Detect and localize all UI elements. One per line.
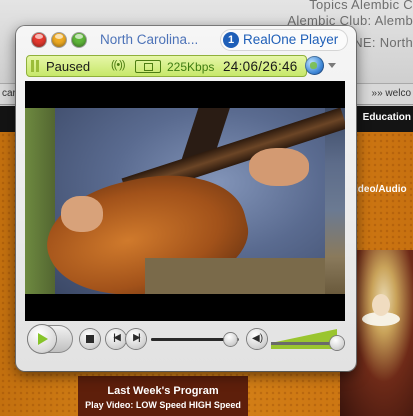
- timecode-readout: 24:06/26:46: [223, 59, 298, 74]
- playback-state: Paused: [46, 59, 91, 74]
- play-button[interactable]: [27, 325, 73, 353]
- seek-progress: [151, 338, 231, 341]
- realone-logo-icon: 1: [223, 32, 239, 48]
- last-week-program-box: Last Week's Program Play Video: LOW Spee…: [78, 376, 248, 416]
- zoom-window-button[interactable]: [72, 33, 86, 47]
- video-display[interactable]: [25, 81, 345, 321]
- clip-info-icon[interactable]: [135, 60, 161, 73]
- volume-level-fill: [271, 329, 337, 349]
- seek-thumb[interactable]: [224, 333, 238, 346]
- volume-thumb[interactable]: [330, 336, 344, 350]
- play-icon: [38, 333, 48, 345]
- program-title: Last Week's Program: [107, 385, 219, 397]
- previous-button[interactable]: |◀: [106, 329, 126, 349]
- stop-button[interactable]: [80, 329, 100, 349]
- chevron-down-icon: [328, 63, 336, 68]
- brand-name: RealOne Player: [243, 32, 339, 47]
- video-frame-bass-player: [25, 108, 345, 294]
- nav-link-education[interactable]: Education: [363, 112, 411, 123]
- background-tab-text: Topics Alembic C: [309, 0, 413, 12]
- pause-icon: [31, 60, 40, 72]
- status-bar: Paused ((•)) 225Kbps 24:06/26:46: [26, 55, 307, 77]
- globe-icon: [305, 56, 324, 75]
- realone-player-window: North Carolina... 1 RealOne Player Pause…: [16, 26, 356, 371]
- realone-brand-badge[interactable]: 1 RealOne Player: [220, 29, 348, 51]
- transport-controls: |◀ ▶| ◀): [25, 324, 347, 356]
- video-audio-link[interactable]: ideo/Audio: [355, 184, 407, 195]
- program-video-links[interactable]: Play Video: LOW Speed HIGH Speed: [78, 400, 248, 410]
- mute-button[interactable]: ◀): [247, 329, 267, 349]
- minimize-window-button[interactable]: [52, 33, 66, 47]
- skip-forward-icon: ▶|: [133, 332, 140, 342]
- window-title: North Carolina...: [100, 32, 199, 47]
- skip-back-icon: |◀: [113, 332, 120, 342]
- channel-menu-button[interactable]: [305, 55, 341, 77]
- seek-bar[interactable]: [151, 333, 239, 346]
- player-title-bar[interactable]: North Carolina... 1 RealOne Player: [16, 26, 356, 54]
- next-button[interactable]: ▶|: [126, 329, 146, 349]
- background-tab-left[interactable]: car: [2, 88, 16, 99]
- speaker-icon: ◀): [252, 333, 264, 344]
- bitrate-readout: 225Kbps: [167, 60, 215, 74]
- volume-slider[interactable]: [271, 329, 344, 350]
- signal-icon: ((•)): [111, 59, 125, 71]
- close-window-button[interactable]: [32, 33, 46, 47]
- volume-track: [271, 342, 335, 345]
- background-tab-right[interactable]: »» welco: [372, 88, 411, 99]
